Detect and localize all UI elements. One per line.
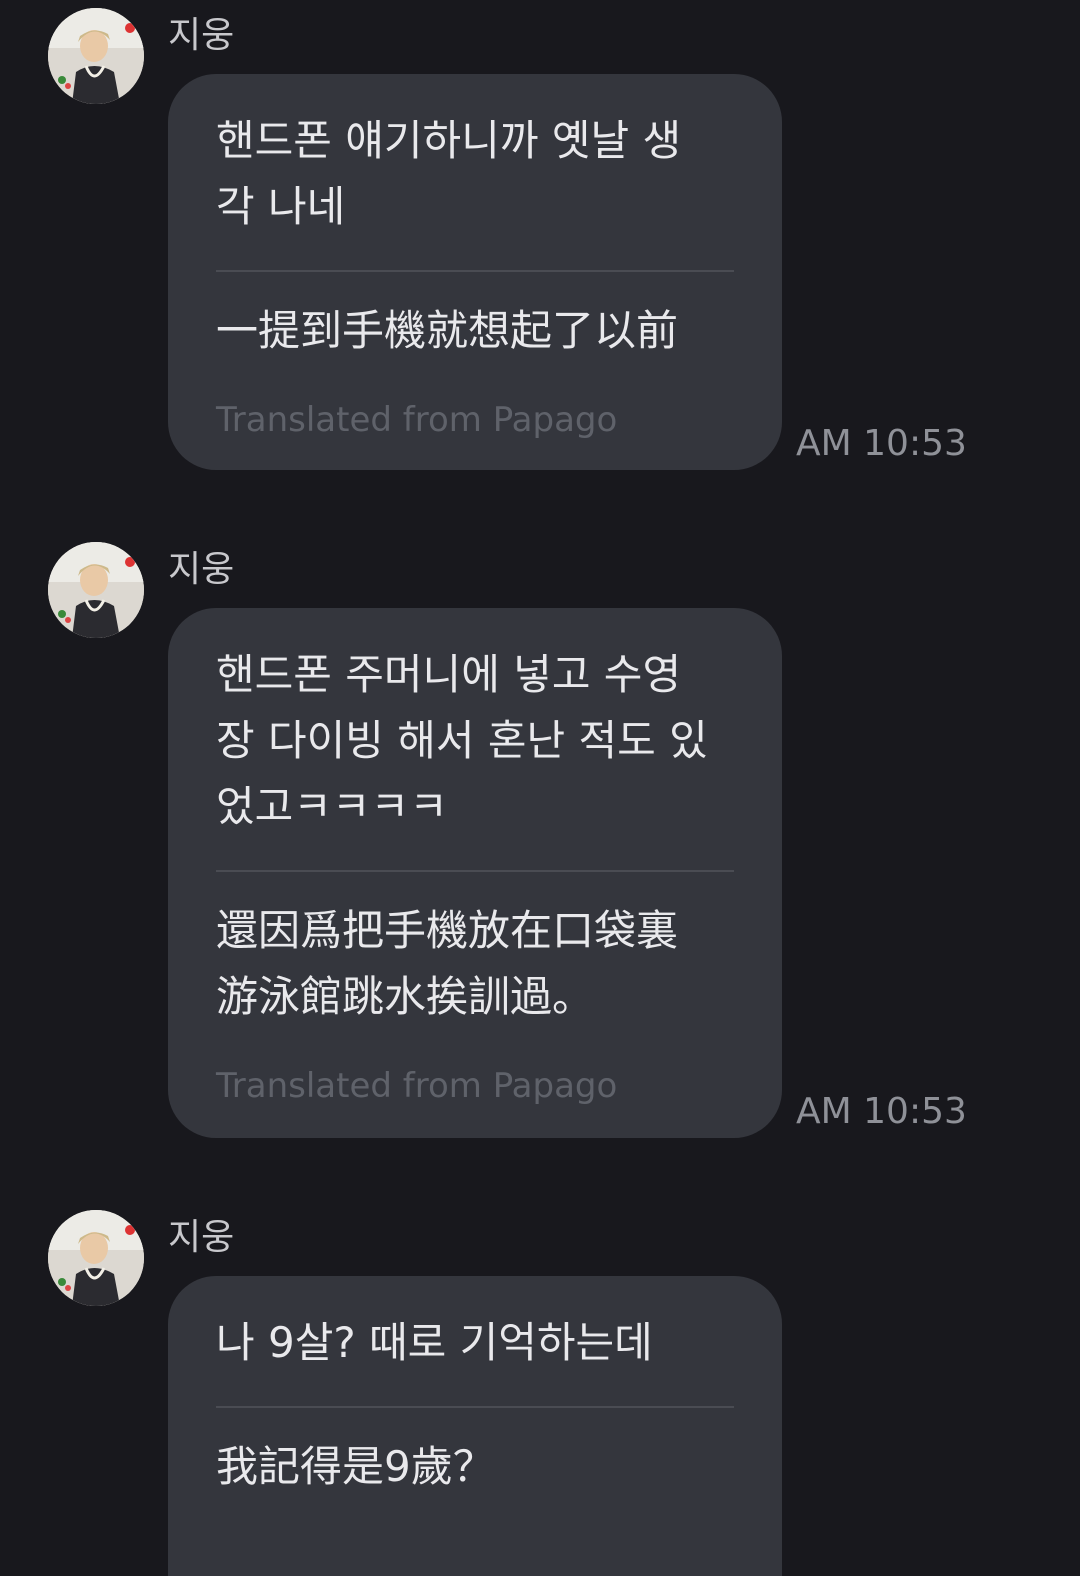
divider <box>216 270 734 272</box>
divider <box>216 1406 734 1408</box>
message-bubble[interactable]: 핸드폰 주머니에 넣고 수영 장 다이빙 해서 혼난 적도 있 었고ㅋㅋㅋㅋ 還… <box>168 608 782 1138</box>
avatar[interactable] <box>48 542 144 638</box>
translation-credit: Translated from Papago <box>216 1066 618 1106</box>
profile-photo-icon <box>48 542 144 638</box>
profile-photo-icon <box>48 1210 144 1306</box>
translated-text: 還因爲把手機放在口袋裏 游泳館跳水挨訓過。 <box>216 906 679 1021</box>
sender-name: 지웅 <box>168 549 235 590</box>
sender-name: 지웅 <box>168 1217 235 1258</box>
message-bubble[interactable]: 나 9살? 때로 기억하는데 我記得是9歲？ <box>168 1276 782 1576</box>
message-text: 나 9살? 때로 기억하는데 <box>216 1318 653 1367</box>
message-text: 핸드폰 얘기하니까 옛날 생 각 나네 <box>216 116 682 231</box>
timestamp: AM 10:53 <box>796 1091 967 1132</box>
message-text: 핸드폰 주머니에 넣고 수영 장 다이빙 해서 혼난 적도 있 었고ㅋㅋㅋㅋ <box>216 650 708 831</box>
translation-credit: Translated from Papago <box>216 400 618 440</box>
profile-photo-icon <box>48 8 144 104</box>
divider <box>216 870 734 872</box>
translated-text: 一提到手機就想起了以前 <box>216 306 679 355</box>
translated-text: 我記得是9歲？ <box>216 1442 495 1491</box>
avatar[interactable] <box>48 8 144 104</box>
timestamp: AM 10:53 <box>796 423 967 464</box>
message-bubble[interactable]: 핸드폰 얘기하니까 옛날 생 각 나네 一提到手機就想起了以前 Translat… <box>168 74 782 470</box>
avatar[interactable] <box>48 1210 144 1306</box>
sender-name: 지웅 <box>168 15 235 56</box>
